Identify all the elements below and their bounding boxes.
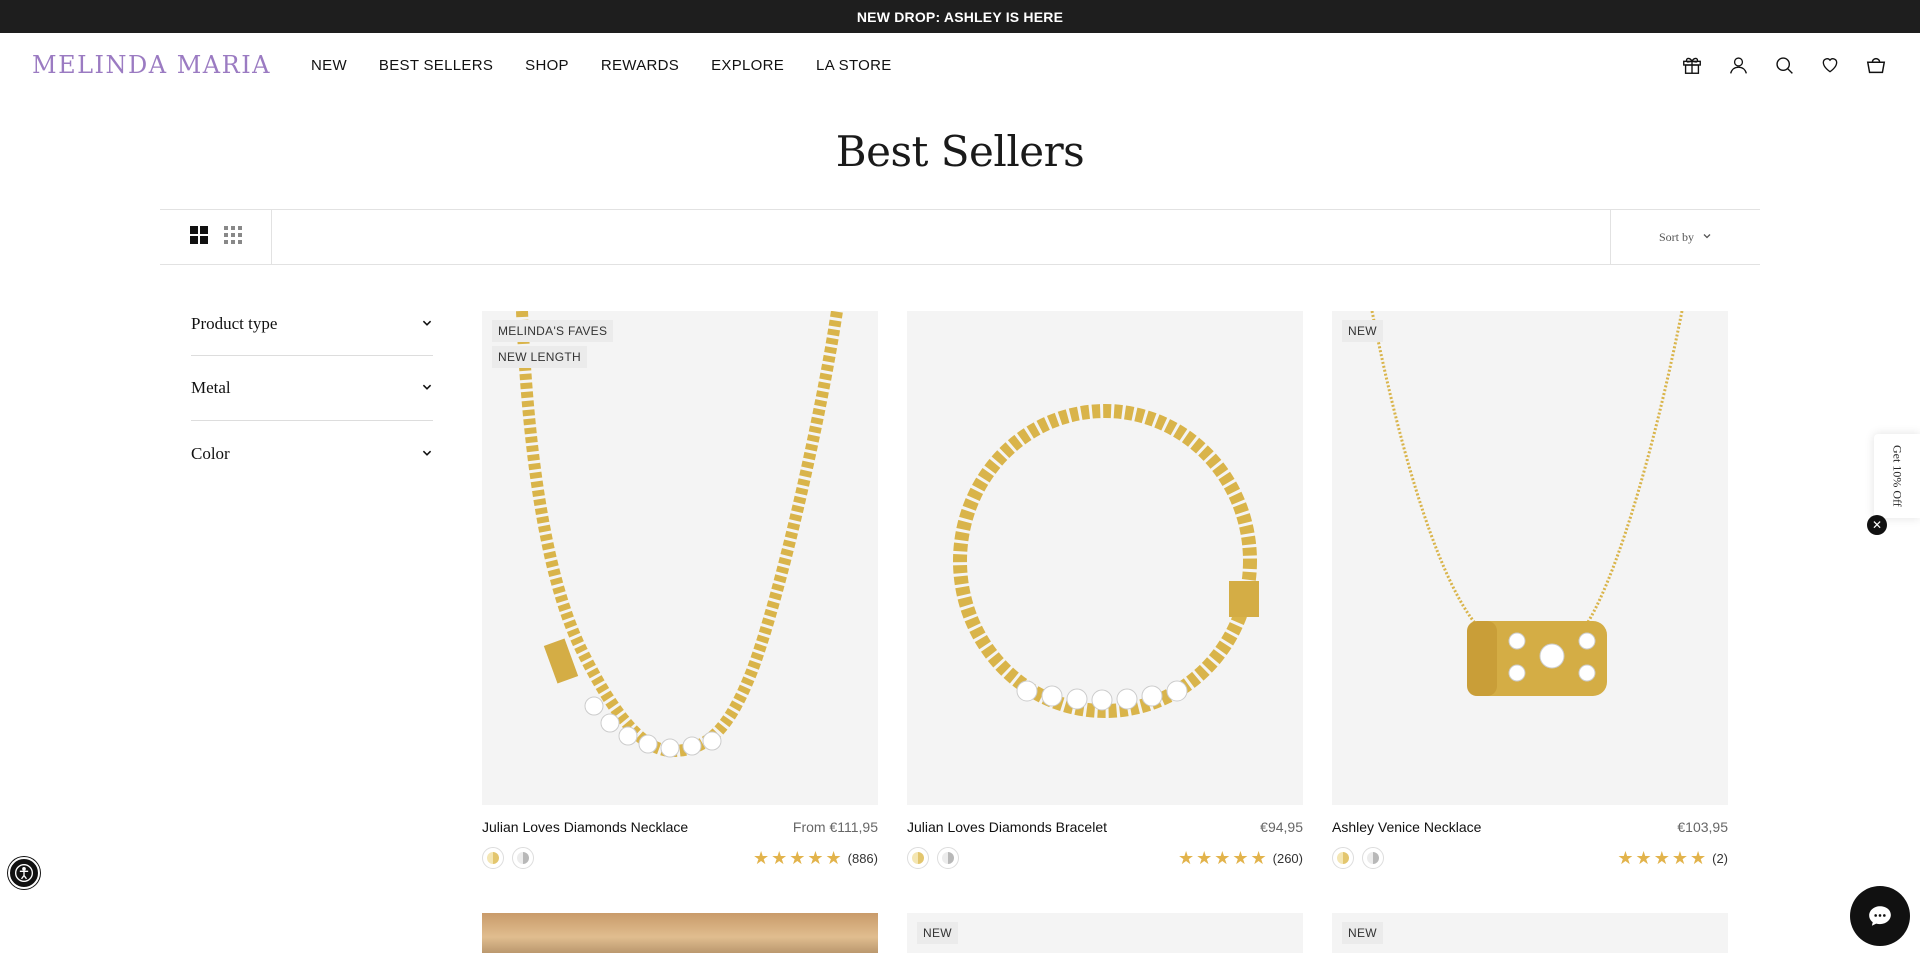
product-rating[interactable]: ★ ★ ★ ★ ★ (260): [1178, 849, 1303, 867]
star-icon: ★: [771, 848, 788, 868]
review-count: (2): [1712, 850, 1728, 866]
swatch-gold[interactable]: [482, 847, 504, 869]
star-icon: ★: [1635, 848, 1652, 868]
product-image[interactable]: NEW: [1332, 311, 1728, 805]
gift-icon[interactable]: [1680, 53, 1704, 77]
badge: MELINDA'S FAVES: [492, 320, 614, 342]
accessibility-icon[interactable]: [8, 857, 40, 889]
filter-label: Metal: [191, 378, 231, 397]
chat-icon[interactable]: [1850, 886, 1910, 946]
filter-product-type[interactable]: Product type: [191, 306, 433, 356]
filter-label: Product type: [191, 314, 278, 333]
badge: NEW: [917, 922, 958, 944]
chevron-down-icon: [1702, 230, 1712, 245]
nav-item-explore[interactable]: EXPLORE: [711, 57, 784, 74]
swatch-silver[interactable]: [1362, 847, 1384, 869]
product-card[interactable]: NEW Ashley Venice Necklace €103,95 ★ ★ ★ ★ ★…: [1332, 311, 1728, 869]
wishlist-icon[interactable]: [1818, 53, 1842, 77]
discount-tab-label: Get 10% Off: [1890, 445, 1905, 507]
account-icon[interactable]: [1726, 53, 1750, 77]
star-icon: ★: [1196, 848, 1213, 868]
product-image[interactable]: [482, 913, 878, 953]
product-price: €94,95: [1260, 819, 1303, 835]
star-icon: ★: [1653, 848, 1670, 868]
badge: NEW LENGTH: [492, 346, 588, 368]
badge-list: NEW: [917, 922, 958, 944]
nav-item-rewards[interactable]: REWARDS: [601, 57, 679, 74]
sort-by-label: Sort by: [1658, 229, 1694, 244]
star-icon: ★: [1617, 848, 1634, 868]
product-price: From €111,95: [792, 819, 878, 835]
product-rating[interactable]: ★ ★ ★ ★ ★ (2): [1617, 849, 1728, 867]
product-title[interactable]: Julian Loves Diamonds Necklace: [482, 819, 688, 835]
star-icon: ★: [1250, 848, 1267, 868]
swatch-gold[interactable]: [907, 847, 929, 869]
close-icon[interactable]: ✕: [1867, 515, 1887, 535]
star-icon: ★: [789, 848, 806, 868]
product-image[interactable]: NEW: [907, 913, 1303, 953]
cart-icon[interactable]: [1864, 53, 1888, 77]
badge-list: NEW: [1342, 922, 1383, 944]
filter-metal[interactable]: Metal: [191, 356, 433, 421]
product-title[interactable]: Ashley Venice Necklace: [1332, 819, 1481, 835]
product-image[interactable]: [907, 311, 1303, 805]
star-icon: ★: [1232, 848, 1249, 868]
star-icon: ★: [752, 848, 770, 868]
grid-2-view-icon[interactable]: [189, 225, 208, 249]
star-icon: ★: [1214, 848, 1231, 868]
filter-label: Color: [191, 443, 230, 463]
color-swatches: [907, 847, 959, 869]
swatch-gold[interactable]: [1332, 847, 1354, 869]
collection-toolbar: Sort by: [160, 209, 1760, 265]
star-icon: ★: [825, 848, 842, 868]
chevron-down-icon: [421, 378, 433, 398]
product-image[interactable]: NEW: [1332, 913, 1728, 953]
nav-item-la-store[interactable]: LA STORE: [816, 57, 892, 74]
grid-3-view-icon[interactable]: [223, 225, 242, 249]
product-grid: MELINDA'S FAVES NEW LENGTH Julian Loves …: [482, 311, 1728, 869]
swatch-silver[interactable]: [937, 847, 959, 869]
main-nav: NEW BEST SELLERS SHOP REWARDS EXPLORE LA…: [311, 57, 892, 74]
badge: NEW: [1342, 922, 1383, 944]
discount-side-tab[interactable]: Get 10% Off: [1874, 434, 1920, 518]
brand-logo[interactable]: MELINDA MARIA: [32, 51, 271, 79]
filter-sidebar: Product type Metal Color: [191, 306, 433, 486]
badge-list: NEW: [1342, 320, 1383, 342]
nav-item-new[interactable]: NEW: [311, 57, 347, 74]
swatch-silver[interactable]: [512, 847, 534, 869]
star-icon: ★: [807, 848, 824, 868]
product-grid-row-2: NEW NEW: [482, 913, 1728, 953]
product-card[interactable]: Julian Loves Diamonds Bracelet €94,95 ★ ★…: [907, 311, 1303, 869]
product-image[interactable]: MELINDA'S FAVES NEW LENGTH: [482, 311, 878, 805]
star-icon: ★: [1689, 848, 1707, 868]
sort-by-dropdown[interactable]: Sort by: [1610, 210, 1760, 264]
badge: NEW: [1342, 320, 1383, 342]
nav-item-shop[interactable]: SHOP: [525, 57, 569, 74]
star-icon: ★: [1671, 848, 1688, 868]
color-swatches: [1332, 847, 1384, 869]
badge-list: MELINDA'S FAVES NEW LENGTH: [492, 320, 614, 368]
color-swatches: [482, 847, 534, 869]
review-count: (886): [847, 850, 878, 866]
filter-color[interactable]: Color: [191, 421, 433, 486]
product-price: €103,95: [1677, 819, 1728, 835]
review-count: (260): [1272, 850, 1303, 866]
page-title: Best Sellers: [835, 127, 1085, 176]
announcement-text[interactable]: NEW DROP: ASHLEY IS HERE: [857, 9, 1063, 25]
star-icon: ★: [1177, 848, 1195, 868]
nav-item-best-sellers[interactable]: BEST SELLERS: [379, 57, 493, 74]
product-title[interactable]: Julian Loves Diamonds Bracelet: [907, 819, 1107, 835]
product-card[interactable]: MELINDA'S FAVES NEW LENGTH Julian Loves …: [482, 311, 878, 869]
header-icons: [1680, 33, 1888, 97]
announcement-bar[interactable]: NEW DROP: ASHLEY IS HERE: [0, 0, 1920, 33]
site-header: MELINDA MARIA NEW BEST SELLERS SHOP REWA…: [0, 33, 1920, 97]
view-toggle: [160, 210, 272, 264]
chevron-down-icon: [421, 444, 433, 464]
search-icon[interactable]: [1772, 53, 1796, 77]
product-rating[interactable]: ★ ★ ★ ★ ★ (886): [753, 849, 878, 867]
chevron-down-icon: [421, 314, 433, 334]
